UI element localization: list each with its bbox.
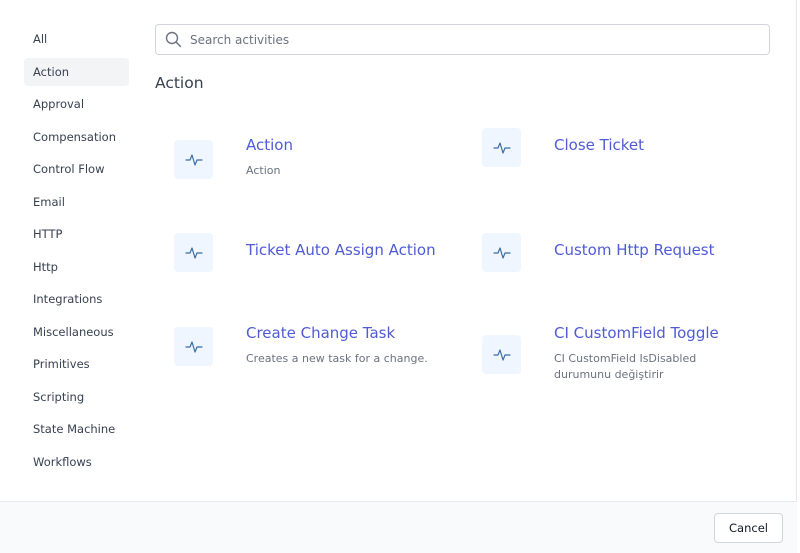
- sidebar-item-label: All: [33, 32, 48, 46]
- activity-picker-dialog: All Action Approval Compensation Control…: [0, 0, 797, 553]
- activity-icon: [174, 140, 213, 179]
- activity-icon: [482, 233, 521, 272]
- sidebar-item-email[interactable]: Email: [24, 188, 129, 216]
- activity-icon: [174, 233, 213, 272]
- sidebar-item-integrations[interactable]: Integrations: [24, 285, 129, 313]
- search-input[interactable]: [190, 32, 750, 47]
- activity-title[interactable]: Ticket Auto Assign Action: [246, 241, 436, 259]
- activity-card-ticket-auto-assign[interactable]: Ticket Auto Assign Action: [174, 233, 474, 281]
- activity-icon: [482, 128, 521, 167]
- activity-title[interactable]: CI CustomField Toggle: [554, 324, 719, 342]
- sidebar-item-scripting[interactable]: Scripting: [24, 383, 129, 411]
- sidebar-item-http-upper[interactable]: HTTP: [24, 220, 129, 248]
- activity-description: CI CustomField IsDisabled durumunu değiş…: [554, 352, 697, 381]
- sidebar-item-label: Http: [33, 259, 58, 274]
- activity-card-close-ticket[interactable]: Close Ticket: [482, 128, 782, 196]
- activity-icon: [482, 335, 521, 374]
- sidebar-item-label: Control Flow: [33, 162, 105, 176]
- sidebar-item-approval[interactable]: Approval: [24, 90, 129, 118]
- sidebar-item-label: Integrations: [33, 292, 103, 306]
- sidebar-item-label: Scripting: [33, 389, 85, 404]
- activity-description: Action: [246, 164, 281, 177]
- activity-card-create-change-task[interactable]: Create Change Task Creates a new task fo…: [174, 324, 474, 374]
- sidebar-item-label: Email: [33, 194, 65, 209]
- sidebar-item-workflows[interactable]: Workflows: [24, 448, 129, 476]
- sidebar-item-http[interactable]: Http: [24, 253, 129, 281]
- sidebar-item-miscellaneous[interactable]: Miscellaneous: [24, 318, 129, 346]
- sidebar-item-label: Primitives: [33, 357, 90, 371]
- search-box[interactable]: [155, 24, 770, 55]
- category-sidebar: All Action Approval Compensation Control…: [24, 25, 129, 480]
- sidebar-item-label: State Machine: [33, 422, 116, 436]
- sidebar-item-compensation[interactable]: Compensation: [24, 123, 129, 151]
- activity-card-custom-http-request[interactable]: Custom Http Request: [482, 233, 782, 281]
- activity-title[interactable]: Create Change Task: [246, 324, 395, 342]
- sidebar-item-label: Compensation: [33, 129, 116, 144]
- search-icon: [156, 25, 190, 54]
- activity-title[interactable]: Close Ticket: [554, 136, 644, 154]
- sidebar-item-label: Miscellaneous: [33, 324, 114, 339]
- sidebar-item-label: HTTP: [33, 227, 63, 241]
- sidebar-item-state-machine[interactable]: State Machine: [24, 415, 129, 443]
- activity-card-ci-customfield-toggle[interactable]: CI CustomField Toggle CI CustomField IsD…: [482, 324, 782, 384]
- section-title: Action: [155, 74, 204, 92]
- sidebar-item-control-flow[interactable]: Control Flow: [24, 155, 129, 183]
- sidebar-item-label: Workflows: [33, 454, 92, 469]
- activity-description: Creates a new task for a change.: [246, 352, 428, 365]
- sidebar-item-action[interactable]: Action: [24, 57, 129, 86]
- sidebar-item-label: Action: [33, 64, 70, 79]
- sidebar-item-primitives[interactable]: Primitives: [24, 350, 129, 378]
- activity-title[interactable]: Action: [246, 136, 293, 154]
- activity-card-action[interactable]: Action Action: [174, 136, 474, 196]
- activity-title[interactable]: Custom Http Request: [554, 241, 715, 259]
- dialog-footer: [0, 501, 797, 553]
- sidebar-item-label: Approval: [33, 97, 85, 111]
- activity-icon: [174, 327, 213, 366]
- sidebar-item-all[interactable]: All: [24, 25, 129, 53]
- cancel-button[interactable]: Cancel: [714, 513, 783, 543]
